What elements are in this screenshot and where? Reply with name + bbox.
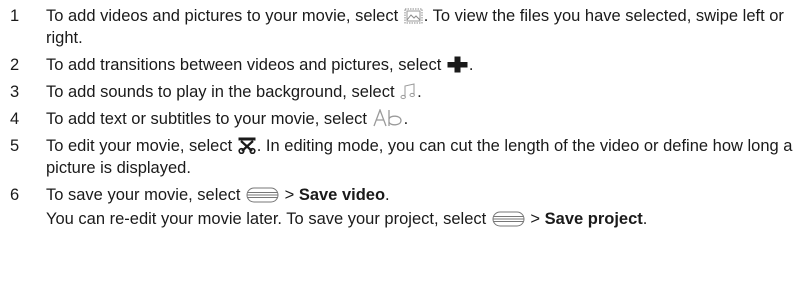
step-text: To add videos and pictures to your movie… (46, 5, 800, 49)
step-3-text-post: . (417, 83, 422, 101)
menu-separator: > (525, 210, 545, 228)
menu-icon (246, 187, 279, 203)
step-number: 6 (10, 186, 20, 204)
step-text: To save your movie, select > Save video.… (46, 184, 800, 230)
scissors-icon (238, 137, 256, 154)
step-number: 3 (10, 83, 20, 101)
step-2-text-pre: To add transitions between videos and pi… (46, 56, 442, 74)
step-number: 4 (10, 110, 20, 128)
step-6-text-post: . (385, 186, 390, 204)
step-5-text-pre: To edit your movie, select (46, 137, 233, 155)
step-6-note: You can re-edit your movie later. To sav… (46, 208, 800, 230)
step-1: 1 To add videos and pictures to your mov… (0, 5, 800, 49)
save-video-label: Save video (298, 186, 386, 204)
music-note-icon (400, 83, 416, 100)
step-number: 5 (10, 137, 20, 155)
step-number: 2 (10, 56, 20, 74)
step-text: To add sounds to play in the background,… (46, 81, 800, 103)
step-6: 6 To save your movie, select > Save vide… (0, 184, 800, 230)
step-text: To add transitions between videos and pi… (46, 54, 800, 76)
step-6-note-pre: You can re-edit your movie later. To sav… (46, 210, 487, 228)
step-number: 1 (10, 7, 20, 25)
menu-icon (492, 211, 525, 227)
step-5: 5 To edit your movie, select . In editin… (0, 135, 800, 179)
step-6-text-pre: To save your movie, select (46, 186, 241, 204)
step-4-text-post: . (403, 110, 409, 128)
menu-separator: > (280, 186, 299, 204)
instruction-page: 1 To add videos and pictures to your mov… (0, 0, 809, 293)
picture-icon (404, 8, 423, 24)
step-2-text-post: . (468, 56, 474, 74)
step-2: 2 To add transitions between videos and … (0, 54, 800, 76)
plus-icon (447, 56, 468, 73)
step-text: To edit your movie, select . In editing … (46, 135, 800, 179)
step-4-text-pre: To add text or subtitles to your movie, … (46, 110, 367, 128)
step-1-text-pre: To add videos and pictures to your movie… (46, 7, 399, 25)
steps-list: 1 To add videos and pictures to your mov… (0, 5, 800, 235)
step-6-note-post: . (642, 210, 648, 228)
step-3: 3 To add sounds to play in the backgroun… (0, 81, 800, 103)
step-text: To add text or subtitles to your movie, … (46, 108, 800, 130)
text-ab-icon (372, 109, 403, 127)
save-project-label: Save project (544, 210, 643, 228)
step-3-text-pre: To add sounds to play in the background,… (46, 83, 395, 101)
step-4: 4 To add text or subtitles to your movie… (0, 108, 800, 130)
step-6-line: To save your movie, select > Save video. (46, 184, 800, 206)
